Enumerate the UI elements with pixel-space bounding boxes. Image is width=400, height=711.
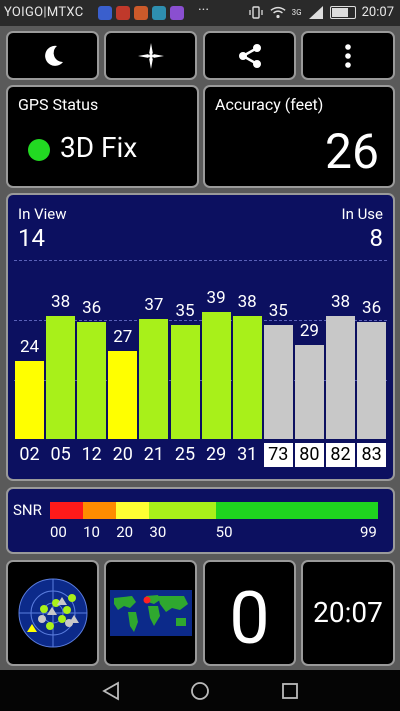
fix-indicator-dot bbox=[28, 139, 50, 161]
accuracy-tile[interactable]: Accuracy (feet) 26 bbox=[203, 85, 395, 188]
satellite-snr-bar bbox=[139, 319, 169, 439]
satellite-snr-value: 38 bbox=[330, 292, 351, 312]
network-type-label: 3G bbox=[291, 7, 302, 17]
satellite-prn-label: 20 bbox=[112, 444, 133, 465]
satellite-snr-value: 36 bbox=[82, 298, 102, 318]
satellite-snr-value: 37 bbox=[144, 295, 164, 315]
satellite-snr-value: 35 bbox=[268, 301, 288, 321]
satellite-prn-label: 29 bbox=[205, 444, 227, 465]
snr-color-scale bbox=[50, 502, 378, 519]
satellite-snr-bar bbox=[232, 316, 262, 439]
snr-scale-segment bbox=[116, 502, 150, 519]
clock-tile[interactable]: 20:07 bbox=[301, 560, 395, 666]
snr-tick-label: 00 bbox=[50, 523, 67, 541]
gps-status-title: GPS Status bbox=[18, 95, 99, 114]
satellite-snr-value: 35 bbox=[175, 301, 195, 321]
snr-bar-chart: 24 38 36 27 37 35 39 38 35 29 38 36 bbox=[15, 288, 389, 439]
satellite-snr-value: 38 bbox=[51, 292, 71, 312]
satellite-snr-value: 38 bbox=[237, 292, 257, 312]
gps-status-tile[interactable]: GPS Status 3D Fix bbox=[6, 85, 199, 188]
satellite-prn-label: 31 bbox=[237, 444, 258, 465]
share-icon bbox=[238, 43, 261, 68]
world-map-tile[interactable] bbox=[104, 560, 197, 666]
snr-scale-segment bbox=[215, 502, 378, 519]
notification-app-icon bbox=[134, 6, 148, 20]
more-vert-icon bbox=[345, 43, 351, 68]
share-button[interactable] bbox=[203, 31, 296, 80]
snr-scale-segment bbox=[50, 502, 84, 519]
clock-value: 20:07 bbox=[313, 596, 383, 629]
satellite-prn-label: 80 bbox=[294, 443, 324, 467]
notification-app-icon bbox=[170, 6, 184, 20]
satellite-snr-value: 27 bbox=[113, 327, 133, 347]
satellite-snr-value: 29 bbox=[299, 321, 319, 341]
recents-square-icon[interactable] bbox=[280, 681, 300, 701]
notification-app-icon bbox=[152, 6, 166, 20]
satellite-snr-value: 36 bbox=[362, 298, 382, 318]
satellite-snr-bar bbox=[108, 351, 138, 439]
satellite-snr-bar bbox=[263, 325, 293, 439]
in-view-label: In View bbox=[18, 205, 67, 223]
overflow-menu-button[interactable] bbox=[301, 31, 395, 80]
satellite-prn-label: 83 bbox=[357, 443, 387, 467]
grid-line bbox=[14, 260, 387, 261]
satellite-prn-label: 82 bbox=[326, 443, 355, 467]
satellites-count-tile[interactable]: 0 bbox=[203, 560, 296, 666]
night-mode-button[interactable] bbox=[6, 31, 99, 80]
world-map-icon bbox=[109, 590, 192, 636]
in-view-count: 14 bbox=[18, 224, 45, 252]
snr-tick-label: 10 bbox=[83, 523, 100, 541]
satellite-snr-bar bbox=[15, 361, 44, 439]
satellite-snr-bar bbox=[357, 322, 387, 439]
gps-fix-value: 3D Fix bbox=[60, 131, 138, 164]
snr-tick-label: 50 bbox=[215, 523, 233, 541]
satellite-snr-bar bbox=[294, 345, 324, 439]
in-use-label: In Use bbox=[341, 205, 383, 223]
compass-button[interactable] bbox=[104, 31, 197, 80]
carrier-label: YOIGO|MTXC bbox=[4, 5, 84, 20]
status-bar: YOIGO|MTXC ··· 3G 20:07 bbox=[0, 0, 400, 26]
snr-scale-segment bbox=[83, 502, 117, 519]
satellite-prn-label: 12 bbox=[81, 444, 102, 465]
satellite-signal-panel[interactable]: In View 14 In Use 8 24 38 36 27 37 35 39 38 35 29… bbox=[6, 193, 395, 481]
notification-app-icon bbox=[98, 6, 112, 20]
snr-tick-label: 20 bbox=[116, 523, 134, 541]
signal-icon bbox=[308, 6, 323, 19]
compass-icon bbox=[137, 42, 164, 69]
vibrate-icon bbox=[249, 6, 263, 19]
accuracy-title: Accuracy (feet) bbox=[215, 95, 324, 114]
snr-scale-segment bbox=[149, 502, 216, 519]
satellite-snr-bar bbox=[170, 325, 200, 439]
notification-icons bbox=[98, 6, 184, 20]
satellite-prn-label: 73 bbox=[263, 443, 293, 467]
more-notifications-icon: ··· bbox=[198, 2, 209, 18]
sky-radar-tile[interactable] bbox=[6, 560, 99, 666]
moon-icon bbox=[44, 45, 63, 66]
snr-legend-label: SNR bbox=[13, 501, 42, 519]
satellite-snr-bar bbox=[77, 322, 107, 439]
satellite-snr-bar bbox=[46, 316, 76, 439]
snr-tick-label: 30 bbox=[149, 523, 167, 541]
satellite-prn-label: 25 bbox=[174, 444, 196, 465]
in-use-count: 8 bbox=[369, 224, 384, 252]
snr-legend: SNR 00 10 20 30 50 99 bbox=[6, 487, 395, 554]
battery-icon bbox=[329, 6, 356, 19]
satellite-prn-label: 02 bbox=[19, 444, 40, 465]
satellite-prn-label: 05 bbox=[50, 444, 71, 465]
big-value: 0 bbox=[229, 576, 270, 661]
satellite-snr-value: 24 bbox=[19, 337, 40, 357]
accuracy-value: 26 bbox=[325, 123, 379, 180]
navigation-bar bbox=[0, 670, 400, 711]
sky-radar-icon bbox=[18, 578, 87, 648]
wifi-icon bbox=[270, 6, 286, 19]
satellite-prn-label: 21 bbox=[143, 444, 164, 465]
satellite-snr-bar bbox=[201, 312, 231, 439]
snr-tick-label: 99 bbox=[360, 523, 377, 541]
satellite-snr-value: 39 bbox=[206, 288, 226, 308]
satellite-snr-bar bbox=[326, 316, 355, 439]
back-triangle-icon[interactable] bbox=[101, 681, 121, 701]
home-circle-icon[interactable] bbox=[190, 681, 210, 701]
notification-app-icon bbox=[116, 6, 130, 20]
status-time: 20:07 bbox=[361, 5, 394, 20]
